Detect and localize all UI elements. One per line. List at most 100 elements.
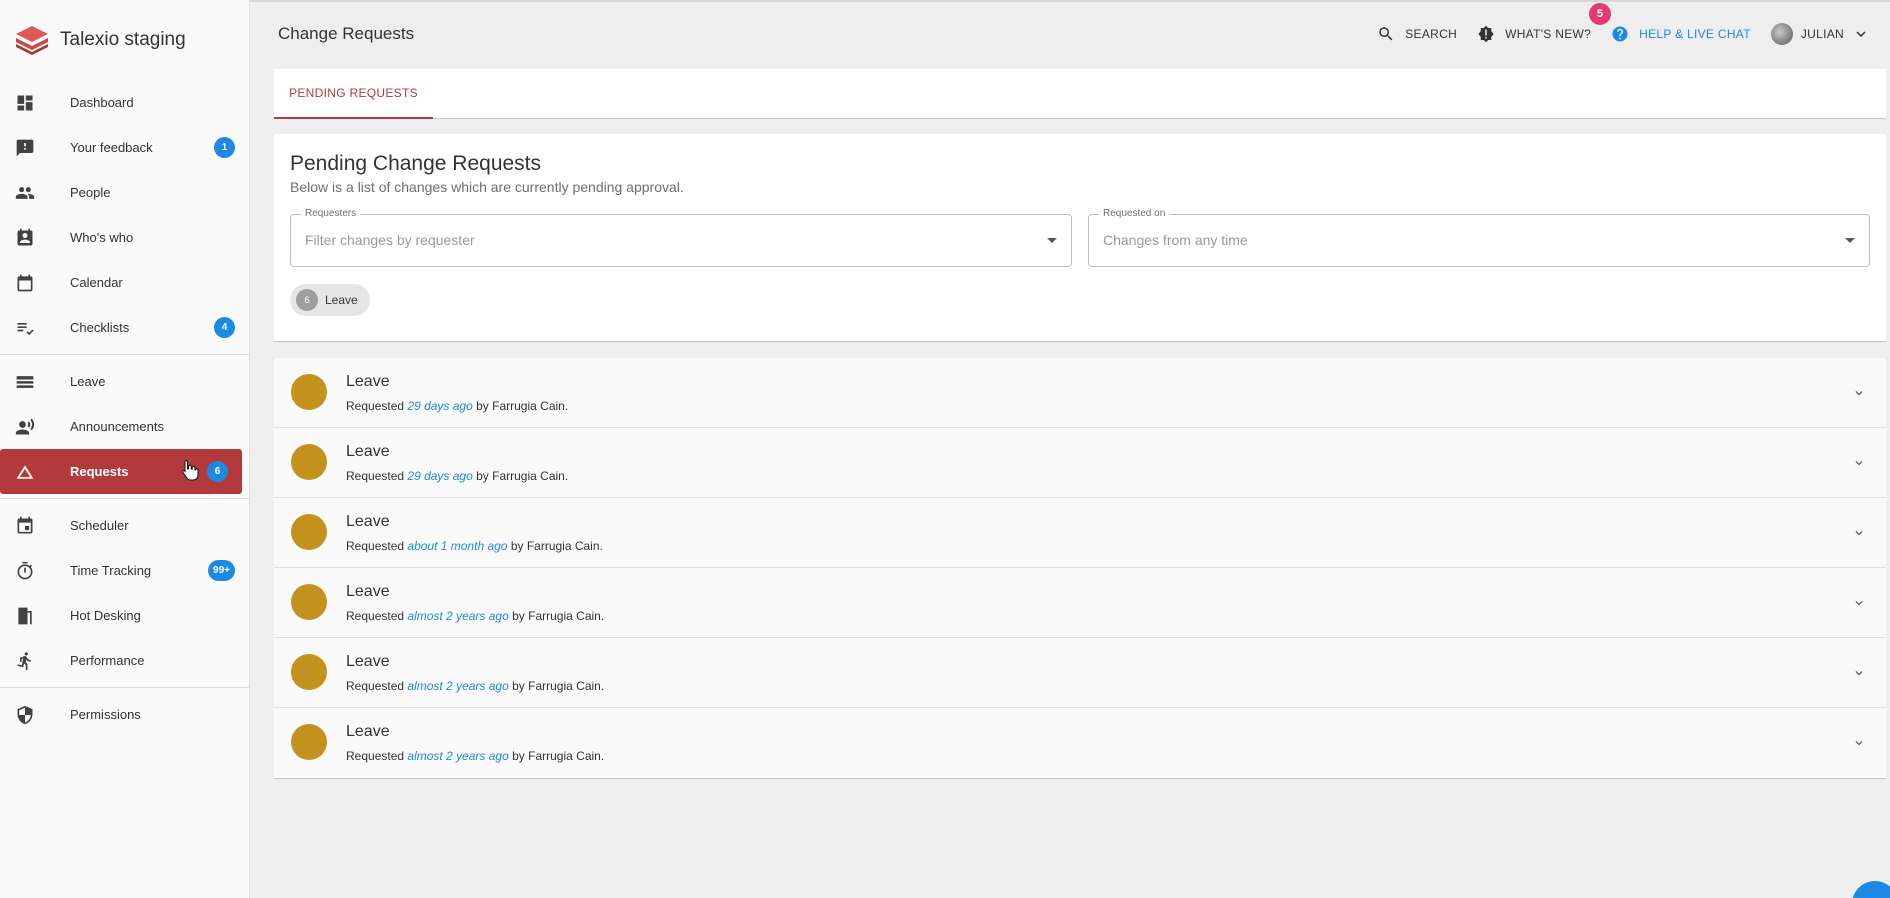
whats-new-label: WHAT'S NEW? [1505, 27, 1592, 41]
sidebar-item-calendar[interactable]: Calendar [0, 260, 249, 305]
dropdown-arrow-icon[interactable] [1845, 238, 1855, 243]
page-title: Change Requests [278, 24, 415, 43]
sidebar-item-label: Announcements [70, 419, 164, 434]
leave-icon [14, 371, 36, 393]
requested-on-input[interactable] [1103, 232, 1766, 248]
sidebar-item-label: Scheduler [70, 518, 129, 533]
dropdown-arrow-icon[interactable] [1047, 238, 1057, 243]
user-menu[interactable]: JULIAN [1770, 23, 1870, 45]
request-prefix: Requested [346, 679, 405, 693]
feedback-icon [14, 137, 36, 159]
brand[interactable]: Talexio staging [0, 0, 249, 80]
request-meta: Requested about 1 month ago by Farrugia … [346, 539, 603, 553]
sidebar-item-your-feedback[interactable]: Your feedback 1 [0, 125, 249, 170]
request-time-link[interactable]: almost 2 years ago [407, 609, 508, 623]
dashboard-icon [14, 92, 36, 114]
requesters-input[interactable] [305, 232, 968, 248]
expand-chevron-icon[interactable] [1852, 386, 1866, 400]
nav-divider [0, 498, 249, 499]
count-badge: 6 [207, 461, 228, 482]
chat-fab-button[interactable] [1852, 881, 1890, 898]
request-time-link[interactable]: almost 2 years ago [407, 749, 508, 763]
tab-pending-requests[interactable]: PENDING REQUESTS [274, 69, 433, 119]
request-by: by Farrugia Cain. [476, 469, 569, 483]
request-meta: Requested 29 days ago by Farrugia Cain. [346, 399, 568, 413]
contact-badge-icon [14, 227, 36, 249]
sidebar-item-label: Dashboard [70, 95, 134, 110]
request-time-link[interactable]: 29 days ago [407, 399, 472, 413]
expand-chevron-icon[interactable] [1852, 736, 1866, 750]
sidebar-item-whos-who[interactable]: Who's who [0, 215, 249, 260]
request-time-link[interactable]: about 1 month ago [407, 539, 507, 553]
search-label: SEARCH [1405, 27, 1458, 41]
sidebar-item-performance[interactable]: Performance [0, 638, 249, 683]
list-item[interactable]: Leave Requested about 1 month ago by Far… [274, 498, 1886, 568]
request-by: by Farrugia Cain. [512, 749, 605, 763]
expand-chevron-icon[interactable] [1852, 666, 1866, 680]
list-item[interactable]: Leave Requested 29 days ago by Farrugia … [274, 358, 1886, 428]
triangle-icon [14, 461, 36, 483]
sidebar-item-label: Hot Desking [70, 608, 141, 623]
top-bar: Change Requests SEARCH WHAT'S NEW? 5 HEL… [250, 0, 1890, 66]
shield-icon [14, 704, 36, 726]
sidebar-item-label: Who's who [70, 230, 134, 245]
requested-on-label: Requested on [1099, 208, 1170, 219]
sidebar-item-announcements[interactable]: Announcements [0, 404, 249, 449]
request-prefix: Requested [346, 469, 405, 483]
talexio-logo-icon [16, 26, 48, 55]
expand-chevron-icon[interactable] [1852, 596, 1866, 610]
running-icon [14, 650, 36, 672]
request-avatar [291, 374, 327, 410]
requesters-select[interactable]: Requesters [290, 208, 1072, 267]
sidebar-item-permissions[interactable]: Permissions [0, 692, 249, 737]
help-label: HELP & LIVE CHAT [1639, 27, 1751, 41]
expand-chevron-icon[interactable] [1852, 456, 1866, 470]
request-prefix: Requested [346, 609, 405, 623]
request-time-link[interactable]: 29 days ago [407, 469, 472, 483]
sidebar-item-label: Requests [70, 464, 129, 479]
sidebar-item-time-tracking[interactable]: Time Tracking 99+ [0, 548, 249, 593]
request-by: by Farrugia Cain. [512, 679, 605, 693]
request-prefix: Requested [346, 749, 405, 763]
sidebar-item-checklists[interactable]: Checklists 4 [0, 305, 249, 350]
request-avatar [291, 654, 327, 690]
search-button[interactable]: SEARCH [1377, 25, 1457, 43]
list-item[interactable]: Leave Requested almost 2 years ago by Fa… [274, 638, 1886, 708]
list-item[interactable]: Leave Requested almost 2 years ago by Fa… [274, 568, 1886, 638]
list-item[interactable]: Leave Requested 29 days ago by Farrugia … [274, 428, 1886, 498]
sidebar: Talexio staging Dashboard Your feedback … [0, 0, 250, 898]
sidebar-item-label: Performance [70, 653, 145, 668]
expand-chevron-icon[interactable] [1852, 526, 1866, 540]
notification-badge: 5 [1589, 3, 1612, 25]
list-item[interactable]: Leave Requested almost 2 years ago by Fa… [274, 708, 1886, 778]
top-actions: SEARCH WHAT'S NEW? 5 HELP & LIVE CHAT JU… [1357, 3, 1870, 45]
sidebar-item-requests[interactable]: Requests 6 [0, 449, 242, 494]
sidebar-item-label: Time Tracking [70, 563, 152, 578]
people-icon [14, 182, 36, 204]
announcements-icon [14, 416, 36, 438]
request-prefix: Requested [346, 539, 405, 553]
request-meta: Requested almost 2 years ago by Farrugia… [346, 749, 604, 763]
request-time-link[interactable]: almost 2 years ago [407, 679, 508, 693]
announcement-icon [1478, 25, 1494, 43]
sidebar-item-scheduler[interactable]: Scheduler [0, 503, 249, 548]
request-prefix: Requested [346, 399, 405, 413]
requested-on-select[interactable]: Requested on [1088, 208, 1870, 267]
request-by: by Farrugia Cain. [512, 609, 605, 623]
sidebar-item-people[interactable]: People [0, 170, 249, 215]
whats-new-button[interactable]: WHAT'S NEW? 5 [1477, 3, 1612, 43]
sidebar-item-hot-desking[interactable]: Hot Desking [0, 593, 249, 638]
request-title: Leave [346, 653, 390, 670]
search-icon [1379, 27, 1393, 41]
checklist-icon [14, 317, 36, 339]
sidebar-item-leave[interactable]: Leave [0, 359, 249, 404]
leave-filter-chip[interactable]: 6 Leave [290, 284, 370, 316]
requesters-label: Requesters [301, 208, 361, 219]
help-live-chat-button[interactable]: HELP & LIVE CHAT [1611, 25, 1751, 43]
request-avatar [291, 444, 327, 480]
nav-divider [0, 354, 249, 355]
request-title: Leave [346, 443, 390, 460]
sidebar-item-label: Leave [70, 374, 106, 389]
sidebar-item-dashboard[interactable]: Dashboard [0, 80, 249, 125]
hand-cursor-icon [182, 459, 199, 481]
